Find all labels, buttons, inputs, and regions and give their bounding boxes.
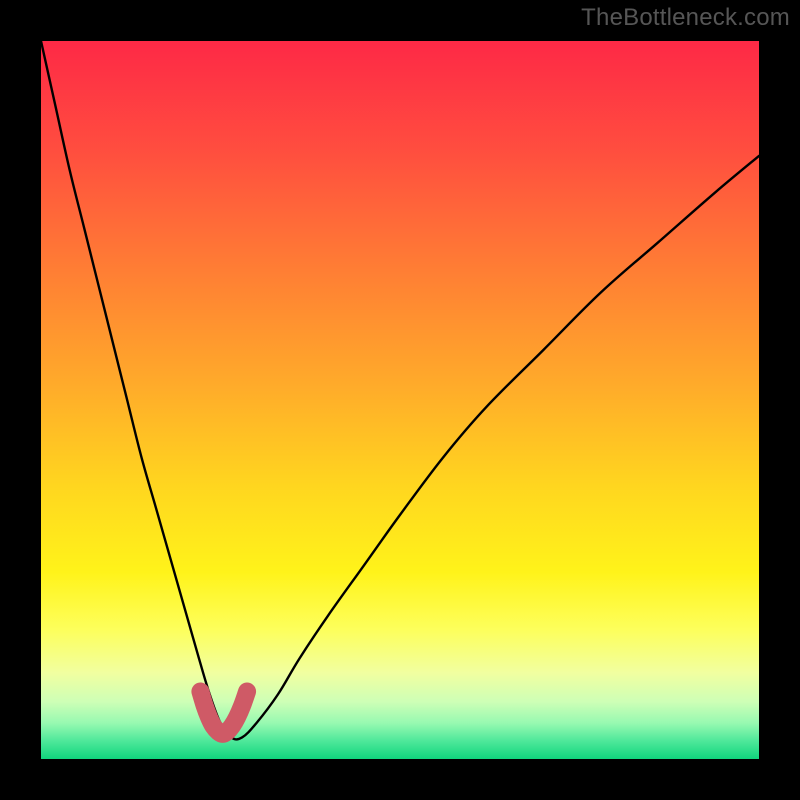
gradient-background [41, 41, 759, 759]
chart-frame: TheBottleneck.com [0, 0, 800, 800]
bottleneck-chart [41, 41, 759, 759]
plot-area [41, 41, 759, 759]
watermark-label: TheBottleneck.com [581, 4, 790, 32]
